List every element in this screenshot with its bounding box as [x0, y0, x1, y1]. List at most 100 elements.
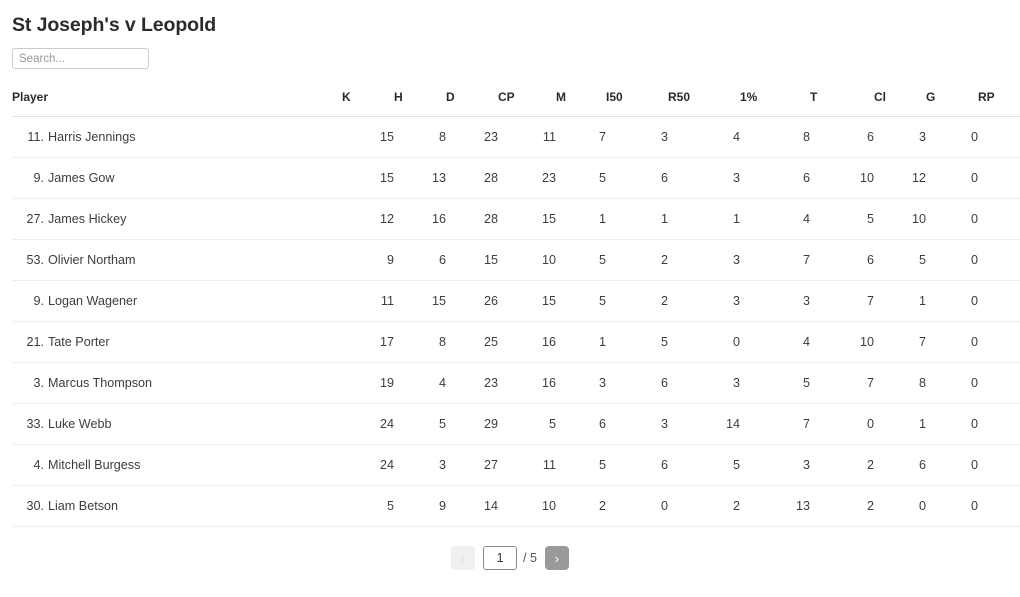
table-row[interactable]: 4.Mitchell Burgess24327115653260108: [12, 444, 1020, 486]
player-jersey-number: 27.: [26, 212, 44, 226]
cell-d: 29: [446, 403, 498, 445]
cell-r50: 0: [668, 321, 740, 363]
column-header-cl[interactable]: Cl: [874, 90, 926, 117]
cell-i50: 6: [606, 157, 668, 199]
cell-rp: 98: [978, 485, 1020, 527]
cell-cl: 7: [874, 321, 926, 363]
table-row[interactable]: 3.Marcus Thompson19423163635780113: [12, 362, 1020, 404]
table-row[interactable]: 21.Tate Porter178251615041070115: [12, 321, 1020, 363]
cell-onep: 4: [740, 198, 810, 240]
player-name: Mitchell Burgess: [48, 458, 141, 472]
player-jersey-number: 3.: [33, 376, 44, 390]
cell-cp: 11: [498, 116, 556, 158]
cell-onep: 4: [740, 321, 810, 363]
cell-i50: 6: [606, 362, 668, 404]
cell-i50: 6: [606, 444, 668, 486]
player-name: James Hickey: [48, 212, 127, 226]
cell-cl: 5: [874, 239, 926, 281]
cell-r50: 4: [668, 116, 740, 158]
cell-d: 23: [446, 362, 498, 404]
cell-player: 4. Mitchell Burgess: [12, 444, 342, 486]
table-row[interactable]: 53.Olivier Northam9615105237650129: [12, 239, 1020, 281]
player-name: Olivier Northam: [48, 253, 136, 267]
cell-t: 7: [810, 362, 874, 404]
cell-m: 3: [556, 362, 606, 404]
next-page-button[interactable]: ›: [544, 546, 569, 570]
cell-rp: 132: [978, 198, 1020, 240]
column-header-player[interactable]: Player: [12, 90, 342, 117]
cell-t: 10: [810, 157, 874, 199]
cell-r50: 14: [668, 403, 740, 445]
cell-k: 19: [342, 362, 394, 404]
search-row: [12, 48, 1008, 69]
cell-h: 15: [394, 280, 446, 322]
cell-cp: 5: [498, 403, 556, 445]
cell-cl: 8: [874, 362, 926, 404]
table-row[interactable]: 33.Luke Webb24529563147010109: [12, 403, 1020, 445]
cell-m: 2: [556, 485, 606, 527]
column-header-t[interactable]: T: [810, 90, 874, 117]
cell-onep: 8: [740, 116, 810, 158]
cell-onep: 7: [740, 403, 810, 445]
player-name: Tate Porter: [48, 335, 110, 349]
table-row[interactable]: 30.Liam Betson5914102021320098: [12, 485, 1020, 527]
cell-rp: 125: [978, 280, 1020, 322]
cell-i50: 3: [606, 403, 668, 445]
cell-m: 5: [556, 280, 606, 322]
player-jersey-number: 30.: [26, 499, 44, 513]
column-header-g[interactable]: G: [926, 90, 978, 117]
cell-cp: 11: [498, 444, 556, 486]
player-name: Harris Jennings: [48, 130, 136, 144]
cell-onep: 13: [740, 485, 810, 527]
cell-d: 28: [446, 157, 498, 199]
cell-i50: 5: [606, 321, 668, 363]
table-row[interactable]: 11.Harris Jennings15823117348630163: [12, 116, 1020, 158]
cell-player: 3. Marcus Thompson: [12, 362, 342, 404]
previous-page-button[interactable]: ‹: [451, 546, 476, 570]
player-name: Luke Webb: [48, 417, 112, 431]
cell-cp: 15: [498, 280, 556, 322]
cell-i50: 3: [606, 116, 668, 158]
page-container: St Joseph's v Leopold Player K H D CP M …: [0, 0, 1020, 570]
column-header-d[interactable]: D: [446, 90, 498, 117]
player-jersey-number: 4.: [33, 458, 44, 472]
column-header-one-percenters[interactable]: 1%: [740, 90, 810, 117]
cell-g: 0: [926, 485, 978, 527]
table-row[interactable]: 9.James Gow15132823563610120150: [12, 157, 1020, 199]
table-row[interactable]: 9.Logan Wagener111526155233710125: [12, 280, 1020, 322]
cell-cp: 15: [498, 198, 556, 240]
cell-cp: 10: [498, 239, 556, 281]
table-body: 11.Harris Jennings158231173486301639.Jam…: [12, 116, 1020, 527]
cell-cl: 1: [874, 403, 926, 445]
cell-m: 1: [556, 321, 606, 363]
column-header-i50[interactable]: I50: [606, 90, 668, 117]
cell-cl: 12: [874, 157, 926, 199]
player-jersey-number: 9.: [33, 294, 44, 308]
column-header-cp[interactable]: CP: [498, 90, 556, 117]
cell-m: 6: [556, 403, 606, 445]
cell-h: 16: [394, 198, 446, 240]
page-number-input[interactable]: [483, 546, 518, 570]
player-jersey-number: 53.: [26, 253, 44, 267]
column-header-rp[interactable]: RP: [978, 90, 1020, 117]
column-header-r50[interactable]: R50: [668, 90, 740, 117]
cell-h: 9: [394, 485, 446, 527]
cell-t: 10: [810, 321, 874, 363]
cell-cp: 10: [498, 485, 556, 527]
cell-i50: 0: [606, 485, 668, 527]
cell-t: 6: [810, 116, 874, 158]
cell-h: 13: [394, 157, 446, 199]
cell-cl: 10: [874, 198, 926, 240]
table-row[interactable]: 27.James Hickey1216281511145100132: [12, 198, 1020, 240]
column-header-k[interactable]: K: [342, 90, 394, 117]
cell-onep: 3: [740, 280, 810, 322]
column-header-h[interactable]: H: [394, 90, 446, 117]
cell-player: 30. Liam Betson: [12, 485, 342, 527]
column-header-m[interactable]: M: [556, 90, 606, 117]
cell-m: 1: [556, 198, 606, 240]
player-stats-table: Player K H D CP M I50 R50 1% T Cl G RP 1…: [12, 90, 1020, 527]
search-input[interactable]: [12, 48, 149, 69]
cell-cp: 23: [498, 157, 556, 199]
player-name: James Gow: [48, 171, 115, 185]
cell-rp: 115: [978, 321, 1020, 363]
